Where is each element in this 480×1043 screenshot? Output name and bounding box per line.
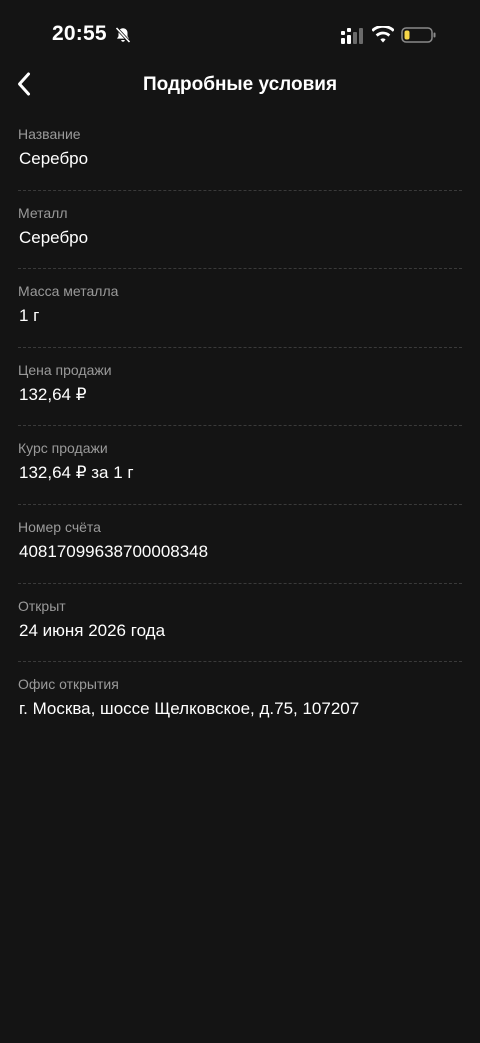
detail-label: Офис открытия: [18, 676, 119, 693]
detail-value: 132,64 ₽: [19, 384, 87, 404]
detail-sale-rate: Курс продажи 132,64 ₽ за 1 г: [18, 426, 462, 505]
detail-label: Название: [18, 126, 81, 142]
signal-icon: [340, 27, 366, 45]
detail-value: 1 г: [19, 306, 40, 326]
detail-value: 24 июня 2026 года: [19, 620, 166, 640]
detail-label: Цена продажи: [18, 361, 112, 378]
detail-label: Курс продажи: [18, 440, 108, 457]
battery-icon: [401, 26, 436, 44]
detail-label: Металл: [18, 204, 68, 221]
detail-opening-office: Офис открытия г. Москва, шоссе Щелковско…: [18, 662, 462, 741]
detail-label: Открыт: [18, 597, 66, 614]
detail-sale-price: Цена продажи 132,64 ₽: [18, 348, 462, 427]
wifi-icon: [371, 24, 395, 44]
details-list: Название Серебро Металл Серебро Масса ме…: [18, 112, 462, 741]
detail-label: Масса металла: [18, 283, 119, 300]
detail-name: Название Серебро: [18, 112, 462, 191]
status-bar: 20:55: [0, 0, 480, 70]
page-title: Подробные условия: [142, 74, 338, 95]
detail-metal: Металл Серебро: [18, 191, 462, 270]
detail-value: 40817099638700008348: [19, 541, 209, 561]
status-time: 20:55: [52, 22, 107, 45]
bell-muted-icon: [114, 26, 132, 44]
detail-value: Серебро: [19, 227, 89, 247]
detail-opened: Открыт 24 июня 2026 года: [18, 584, 462, 663]
detail-value: г. Москва, шоссе Щелковское, д.75, 10720…: [19, 699, 360, 719]
detail-metal-mass: Масса металла 1 г: [18, 269, 462, 348]
detail-value: 132,64 ₽ за 1 г: [19, 463, 134, 483]
detail-value: Серебро: [19, 149, 89, 168]
detail-label: Номер счёта: [18, 518, 101, 535]
detail-account-number: Номер счёта 40817099638700008348: [18, 505, 462, 584]
header: Подробные условия: [0, 62, 480, 110]
